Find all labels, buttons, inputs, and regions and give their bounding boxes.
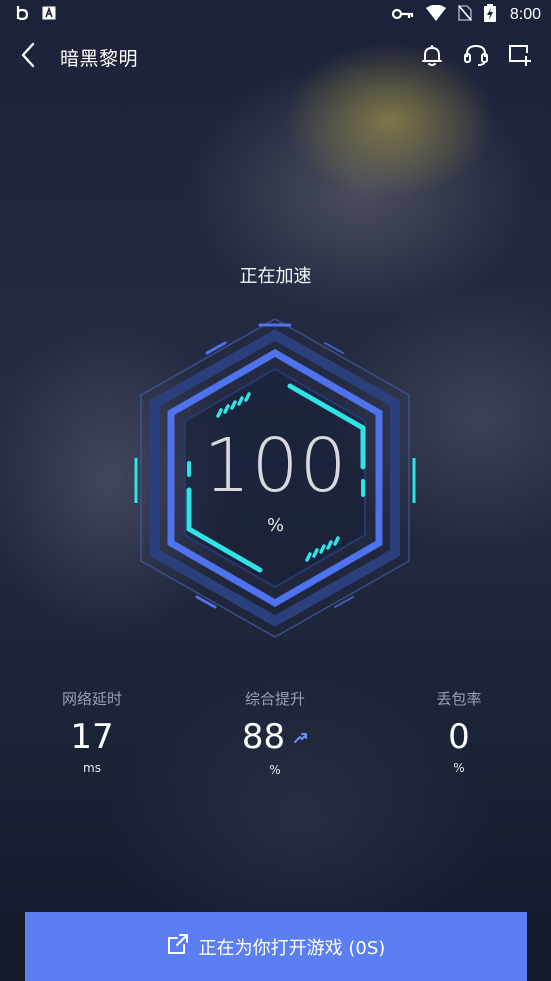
stat-value: 0 [448,717,470,757]
stat-packet-loss: 丢包率 0 % [379,688,539,775]
stat-latency: 网络延时 17 ms [12,688,172,775]
add-window-button[interactable] [507,44,533,70]
bell-icon [420,43,444,71]
trend-up-icon [289,729,308,748]
stat-improvement: 综合提升 88 % [195,688,355,777]
status-bar: 8:00 [0,0,551,30]
back-button[interactable] [20,37,48,77]
open-game-label: 正在为你打开游戏 (0S) [198,937,386,959]
acceleration-value: 100 [203,423,348,509]
clock: 8:00 [509,6,541,23]
stat-label: 综合提升 [244,690,305,708]
vpn-key-icon [391,6,414,24]
header: 暗黑黎明 [0,30,551,84]
stat-value: 17 [70,717,114,757]
stat-unit: ms [83,761,101,775]
acceleration-status: 正在加速 [239,266,312,287]
stat-unit: % [269,762,281,777]
stat-value: 88 [241,717,286,757]
stats-panel: 网络延时 17 ms 综合提升 88 % 丢包率 0 % [0,688,551,788]
open-external-icon [167,933,199,960]
b-app-icon [16,5,30,25]
stat-unit: % [453,761,465,775]
no-sim-icon [458,5,472,25]
headset-icon [463,43,489,71]
battery-charging-icon [483,4,496,26]
add-window-icon [507,43,533,71]
back-chevron-icon [20,42,36,72]
stat-label: 网络延时 [61,690,122,708]
font-app-icon [42,6,56,24]
page-title: 暗黑黎明 [60,47,139,70]
customer-service-button[interactable] [463,44,489,70]
notification-button[interactable] [419,44,445,70]
stat-label: 丢包率 [436,690,482,708]
acceleration-unit: % [266,515,285,536]
open-game-button[interactable]: 正在为你打开游戏 (0S) [25,912,527,981]
wifi-icon [425,4,446,25]
